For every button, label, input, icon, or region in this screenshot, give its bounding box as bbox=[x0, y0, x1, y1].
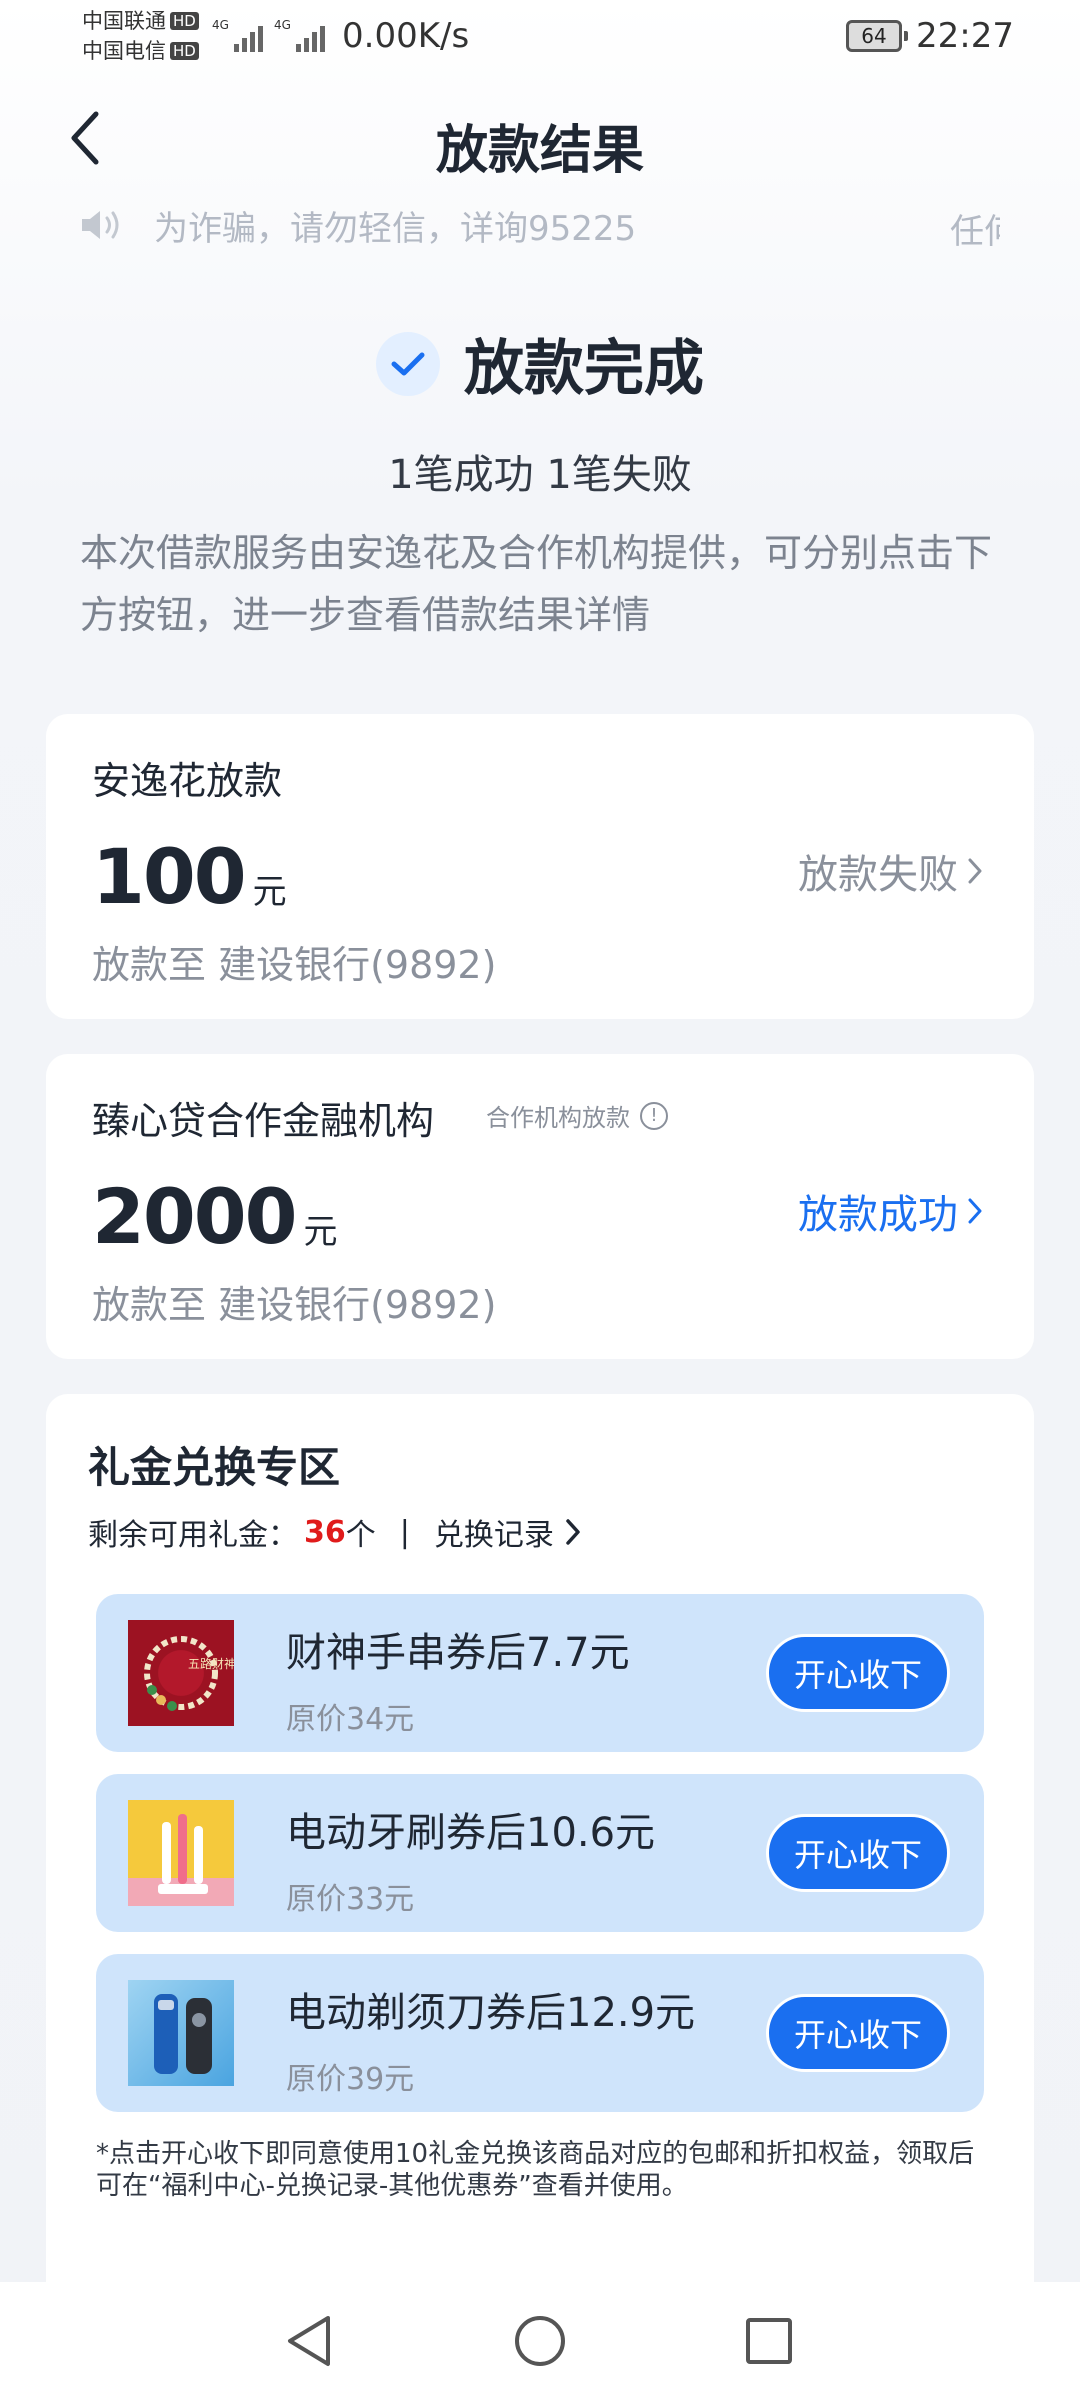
loan-status-label: 放款失败 bbox=[798, 852, 958, 898]
offer-name: 财神手串券后7.7元 bbox=[286, 1630, 630, 1676]
battery-icon: 64 bbox=[846, 20, 908, 52]
offer-item[interactable]: 电动牙刷券后10.6元 原价33元 开心收下 bbox=[96, 1774, 984, 1932]
result-count: 1笔成功 1笔失败 bbox=[388, 452, 692, 498]
loan-status-label: 放款成功 bbox=[798, 1192, 958, 1238]
loan-amount: 100 元 bbox=[92, 832, 287, 921]
loan-status-success-link[interactable]: 放款成功 bbox=[798, 1182, 982, 1240]
system-nav-bar bbox=[0, 2282, 1080, 2400]
loan-card-partner[interactable]: 臻心贷合作金融机构 合作机构放款 ! 2000 元 放款成功 放款至 建设银行(… bbox=[46, 1054, 1034, 1359]
loan-card-anyihua[interactable]: 安逸花放款 100 元 放款失败 放款至 建设银行(9892) bbox=[46, 714, 1034, 1019]
lender-name: 臻心贷合作金融机构 bbox=[92, 1099, 435, 1143]
hd-badge: HD bbox=[170, 42, 199, 60]
result-title: 放款完成 bbox=[464, 334, 704, 404]
status-bar: 中国联通 HD 中国电信 HD 4G 4G 0.00K/s 64 22:27 bbox=[0, 0, 1080, 80]
amount-unit: 元 bbox=[252, 872, 287, 912]
square-recent-icon bbox=[746, 2318, 792, 2364]
gift-title: 礼金兑换专区 bbox=[88, 1443, 341, 1492]
partner-tag[interactable]: 合作机构放款 ! bbox=[486, 1098, 668, 1133]
lender-name: 安逸花放款 bbox=[92, 759, 283, 803]
amount-value: 2000 bbox=[92, 1172, 298, 1261]
toothbrush-image bbox=[128, 1800, 234, 1906]
exchange-record-link[interactable]: 兑换记录 bbox=[434, 1510, 580, 1554]
speaker-icon bbox=[82, 211, 119, 239]
offer-name: 电动牙刷券后10.6元 bbox=[286, 1810, 656, 1856]
signal-icon: 4G bbox=[212, 18, 263, 52]
accept-offer-button[interactable]: 开心收下 bbox=[766, 1634, 950, 1712]
header: 放款结果 bbox=[0, 90, 1080, 190]
info-icon: ! bbox=[640, 1101, 668, 1130]
signal-icon: 4G bbox=[274, 18, 325, 52]
accept-offer-button[interactable]: 开心收下 bbox=[766, 1994, 950, 2072]
chevron-right-icon bbox=[968, 858, 982, 884]
hd-badge: HD bbox=[170, 12, 199, 30]
offer-original-price: 原价33元 bbox=[286, 1882, 415, 1917]
separator: | bbox=[399, 1514, 410, 1550]
bracelet-image-text: 五路财神 bbox=[188, 1656, 234, 1671]
gift-terms-note: *点击开心收下即同意使用10礼金兑换该商品对应的包邮和折扣权益，领取后可在“福利… bbox=[96, 2139, 975, 2201]
gift-exchange-section: 礼金兑换专区 剩余可用礼金： 36 个 | 兑换记录 五路财神 财神手串券后7.… bbox=[46, 1394, 1034, 2354]
remaining-unit: 个 bbox=[345, 1518, 376, 1553]
check-icon bbox=[376, 331, 440, 396]
nav-back-button[interactable] bbox=[274, 2306, 344, 2376]
notice-marquee[interactable]: 为诈骗，请勿轻信，详询95225 任何 bbox=[80, 200, 1000, 250]
chevron-right-icon bbox=[968, 1198, 982, 1224]
carrier-1-label: 中国联通 bbox=[82, 9, 166, 33]
triangle-back-icon bbox=[288, 2316, 330, 2366]
net-speed: 0.00K/s bbox=[342, 16, 470, 56]
result-description: 本次借款服务由安逸花及合作机构提供，可分别点击下方按钮，进一步查看借款结果详情 bbox=[80, 531, 993, 637]
bracelet-image: 五路财神 bbox=[128, 1620, 234, 1726]
page-title: 放款结果 bbox=[435, 121, 644, 181]
result-status: 放款完成 bbox=[0, 320, 1080, 407]
remaining-label: 剩余可用礼金： bbox=[88, 1518, 298, 1553]
exchange-record-label: 兑换记录 bbox=[433, 1518, 554, 1553]
notice-text-tail: 任何 bbox=[950, 212, 1000, 250]
clock: 22:27 bbox=[916, 16, 1014, 56]
accept-offer-button[interactable]: 开心收下 bbox=[766, 1814, 950, 1892]
partner-tag-label: 合作机构放款 bbox=[486, 1104, 630, 1132]
amount-unit: 元 bbox=[303, 1212, 338, 1252]
offer-item[interactable]: 电动剃须刀券后12.9元 原价39元 开心收下 bbox=[96, 1954, 984, 2112]
notice-text: 为诈骗，请勿轻信，详询95225 bbox=[154, 208, 637, 249]
carrier-2-label: 中国电信 bbox=[82, 39, 166, 63]
offer-original-price: 原价39元 bbox=[286, 2062, 415, 2097]
nav-home-button[interactable] bbox=[505, 2306, 575, 2376]
chevron-right-icon bbox=[566, 1519, 580, 1545]
offer-original-price: 原价34元 bbox=[286, 1702, 415, 1737]
loan-destination: 放款至 建设银行(9892) bbox=[92, 943, 497, 987]
amount-value: 100 bbox=[92, 832, 247, 921]
remaining-count: 36 bbox=[304, 1514, 346, 1550]
loan-status-failed-link[interactable]: 放款失败 bbox=[798, 842, 982, 900]
nav-recent-button[interactable] bbox=[734, 2306, 804, 2376]
signal-label: 4G bbox=[212, 18, 229, 32]
offer-name: 电动剃须刀券后12.9元 bbox=[286, 1990, 696, 2036]
carrier-1: 中国联通 HD bbox=[82, 8, 199, 34]
shaver-image bbox=[128, 1980, 234, 2086]
carrier-2: 中国电信 HD bbox=[82, 38, 199, 64]
gift-summary: 剩余可用礼金： 36 个 | 兑换记录 bbox=[88, 1510, 580, 1554]
loan-destination: 放款至 建设银行(9892) bbox=[92, 1283, 497, 1327]
circle-home-icon bbox=[515, 2316, 565, 2366]
offer-item[interactable]: 五路财神 财神手串券后7.7元 原价34元 开心收下 bbox=[96, 1594, 984, 1752]
signal-label: 4G bbox=[274, 18, 291, 32]
loan-amount: 2000 元 bbox=[92, 1172, 338, 1261]
